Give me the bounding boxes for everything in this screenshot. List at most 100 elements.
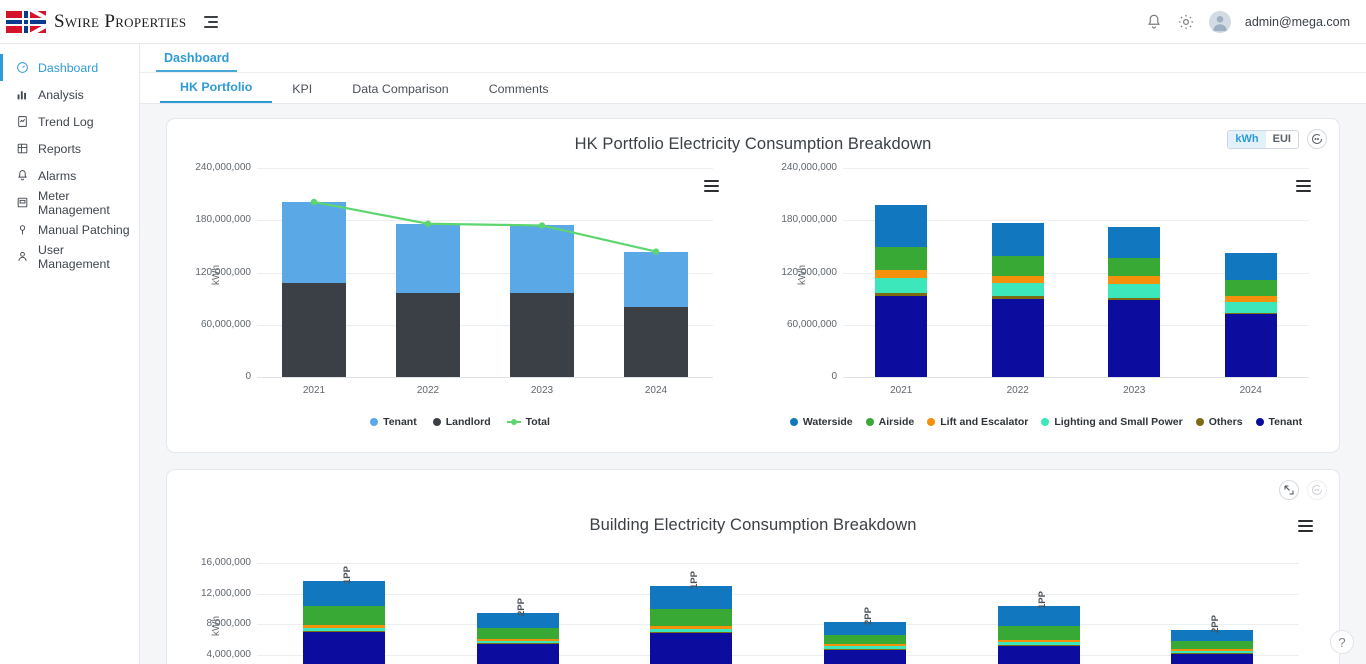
legend-item[interactable]: Tenant: [1255, 416, 1302, 428]
x-axis-tick-label: 2024: [644, 385, 668, 396]
expand-arrow-icon[interactable]: [1279, 480, 1299, 500]
bell-icon[interactable]: [1145, 13, 1163, 31]
sidebar-item-meter-management[interactable]: Meter Management: [0, 189, 139, 217]
y-axis-tick-label: 4,000,000: [206, 648, 252, 660]
legend-label: Landlord: [445, 416, 491, 428]
plot-area-right: kWh 0 60,000,000 120,000,000 180,000,000 240,…: [753, 154, 1339, 409]
bar-segment: [302, 631, 385, 664]
bar-segment: [650, 629, 733, 633]
x-axis-tick-label: 2023: [1123, 385, 1146, 396]
grid-line: [257, 563, 1299, 564]
legend-item[interactable]: Others: [1195, 416, 1243, 428]
sidebar-item-label: Alarms: [38, 168, 77, 183]
legend-label: Total: [525, 416, 550, 428]
legend-item[interactable]: Tenant: [370, 416, 417, 428]
tab-comments[interactable]: Comments: [469, 82, 569, 103]
bar-column[interactable]: [510, 225, 574, 377]
chart-legend-left: Tenant Landlord Total: [167, 416, 753, 428]
top-header-bar: Swire Properties admin@mega.com: [0, 0, 1366, 44]
sidebar-item-user-management[interactable]: User Management: [0, 242, 139, 271]
y-axis-tick-label: 0: [831, 371, 837, 382]
bar-segment: [302, 630, 385, 632]
bar-column[interactable]: [1171, 629, 1254, 664]
tab-data-comparison[interactable]: Data Comparison: [332, 82, 468, 103]
report-grid-icon: [15, 142, 29, 156]
x-axis-tick-label: 2024: [1239, 385, 1262, 396]
sidebar-item-analysis[interactable]: Analysis: [0, 81, 139, 108]
breadcrumb-item-dashboard[interactable]: Dashboard: [156, 51, 238, 72]
bar-column[interactable]: [282, 201, 346, 377]
legend-label: Waterside: [802, 416, 853, 428]
unit-button-eui[interactable]: EUI: [1265, 130, 1298, 148]
tab-bar: HK Portfolio KPI Data Comparison Comment…: [140, 73, 1366, 104]
sidebar-item-manual-patching[interactable]: Manual Patching: [0, 216, 139, 243]
bar-column[interactable]: [624, 251, 688, 377]
sidebar-item-reports[interactable]: Reports: [0, 135, 139, 162]
bar-column[interactable]: [1224, 253, 1277, 377]
legend-item[interactable]: Lighting and Small Power: [1041, 416, 1183, 428]
legend-item[interactable]: Waterside: [789, 416, 853, 428]
bar-segment: [302, 624, 385, 628]
tab-kpi[interactable]: KPI: [272, 82, 332, 103]
chart-context-menu-icon[interactable]: [1298, 520, 1313, 532]
bar-column[interactable]: [997, 605, 1080, 664]
bar-segment: [302, 581, 385, 606]
legend-item[interactable]: Lift and Escalator: [927, 416, 1028, 428]
x-axis-line: [257, 377, 713, 378]
bar-segment: [1108, 298, 1161, 301]
bar-column[interactable]: [302, 581, 385, 664]
bar-column[interactable]: [875, 204, 928, 377]
bar-segment: [875, 269, 928, 278]
bar-segment: [991, 223, 1044, 256]
legend-item[interactable]: Landlord: [432, 416, 491, 428]
bar-column[interactable]: [991, 223, 1044, 377]
bar-segment: [476, 643, 559, 644]
x-axis-line: [843, 377, 1309, 378]
sidebar-item-label: User Management: [38, 242, 110, 271]
unit-button-kwh[interactable]: kWh: [1228, 130, 1267, 148]
legend-label: Lift and Escalator: [940, 416, 1029, 428]
help-button[interactable]: ?: [1330, 630, 1354, 654]
legend-label: Airside: [878, 416, 915, 428]
bar-column[interactable]: [476, 612, 559, 664]
x-axis-tick-label: 2022: [416, 385, 440, 396]
legend-item[interactable]: Airside: [865, 416, 915, 428]
comment-bubble-icon[interactable]: [1307, 480, 1327, 500]
bar-segment: [991, 283, 1044, 297]
patch-pin-icon: [15, 223, 29, 237]
bar-column[interactable]: [396, 223, 460, 377]
gear-icon[interactable]: [1177, 13, 1195, 31]
bar-segment: [997, 642, 1080, 645]
bar-column[interactable]: [823, 622, 906, 664]
bar-segment: [1108, 226, 1161, 259]
tab-hk-portfolio[interactable]: HK Portfolio: [160, 80, 273, 103]
bar-segment: [1171, 650, 1254, 653]
bar-segment: [875, 296, 928, 377]
header-actions: admin@mega.com: [1145, 10, 1366, 33]
bar-segment: [1224, 296, 1277, 303]
bar-segment: [510, 292, 574, 377]
bar-segment: [1224, 312, 1277, 315]
bar-column[interactable]: [650, 585, 733, 664]
list-menu-icon[interactable]: [200, 14, 219, 30]
sidebar-item-label: Reports: [38, 141, 82, 156]
user-avatar-icon[interactable]: [1208, 10, 1231, 33]
chart-title: Building Electricity Consumption Breakdo…: [589, 516, 917, 534]
sidebar-navigation: Dashboard Analysis Trend Log Reports Ala…: [0, 44, 140, 664]
comment-bubble-icon[interactable]: [1307, 129, 1327, 149]
legend-item[interactable]: Total: [506, 416, 550, 428]
y-axis-tick-label: 180,000,000: [195, 214, 251, 226]
sidebar-item-trend-log[interactable]: Trend Log: [0, 108, 139, 135]
bar-segment: [510, 225, 574, 293]
bar-column[interactable]: [1108, 226, 1161, 377]
chart-legend-right: Waterside Airside Lift and Escalator Lighti…: [753, 416, 1339, 428]
legend-color-dot: [370, 418, 379, 426]
bar-segment: [1224, 302, 1277, 313]
bar-segment: [997, 640, 1080, 643]
unit-toggle-group: kWh EUI: [1227, 129, 1299, 149]
bar-segment: [997, 645, 1080, 664]
bar-segment: [1108, 284, 1161, 299]
sidebar-item-dashboard[interactable]: Dashboard: [0, 54, 139, 81]
sidebar-item-alarms[interactable]: Alarms: [0, 162, 139, 189]
brand-area[interactable]: Swire Properties: [0, 10, 186, 33]
